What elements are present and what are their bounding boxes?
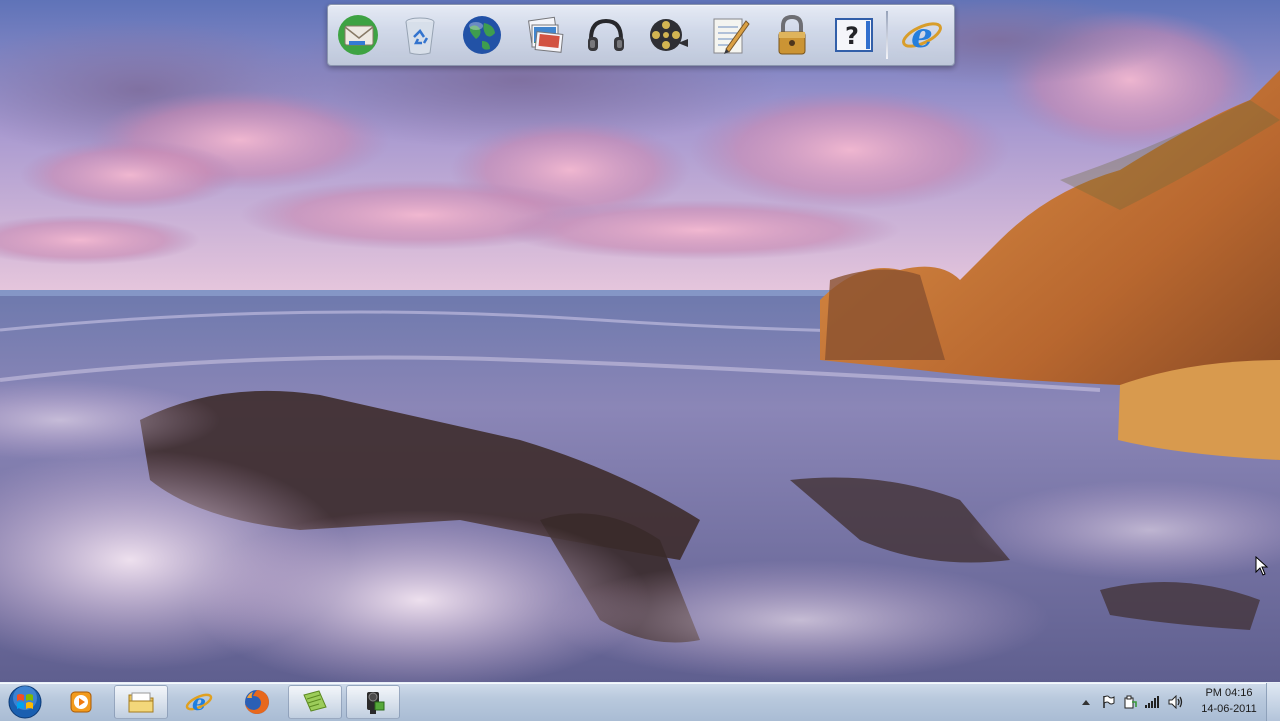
firefox-icon [245,690,269,714]
dock-item-internet[interactable] [458,11,506,59]
taskbar-notepad-app[interactable] [288,685,342,719]
dock-separator [886,11,888,59]
mouse-pointer-icon [1255,556,1269,576]
padlock-icon [778,14,806,55]
volume-speaker-icon [1168,695,1183,709]
taskbar-windows-explorer[interactable] [114,685,168,719]
dock-item-music[interactable] [582,11,630,59]
camcorder-icon [367,692,385,714]
taskbar-camera-app[interactable] [346,685,400,719]
start-button[interactable] [3,684,47,720]
wallpaper-seascape [0,0,1280,682]
notepad-pen-icon [713,18,750,54]
dock-item-notes[interactable] [706,11,754,59]
desktop[interactable]: ? e [0,0,1280,682]
green-document-icon [303,690,327,712]
taskbar-firefox[interactable] [230,685,284,719]
clock-date: 14-06-2011 [1201,703,1257,715]
dock-item-mail[interactable] [334,11,382,59]
clock-time: PM 04:16 [1205,687,1253,699]
svg-text:e: e [192,690,206,716]
icon-dock: ? e [327,4,955,66]
dock-item-security[interactable] [768,11,816,59]
dock-item-recycle-bin[interactable] [396,11,444,59]
internet-explorer-icon: e [185,690,213,716]
network-signal-icon [1145,696,1159,708]
globe-icon [463,16,501,54]
chevron-up-icon [1082,700,1090,705]
mail-envelope-icon [338,15,378,55]
tray-volume[interactable] [1168,694,1184,710]
action-center-flag-icon [1103,695,1115,708]
svg-text:e: e [911,16,933,56]
recycle-bin-icon [405,17,435,55]
internet-explorer-icon: e [902,16,942,56]
dock-item-help[interactable]: ? [830,11,878,59]
dock-item-internet-explorer[interactable]: e [898,11,946,59]
help-question-icon: ? [835,18,873,52]
taskbar-windows-media-player[interactable] [54,685,108,719]
windows-orb-icon [8,685,42,719]
folder-icon [128,692,154,713]
svg-text:?: ? [845,22,859,50]
system-clock[interactable]: PM 04:16 14-06-2011 [1196,685,1262,719]
safely-remove-hardware-icon [1124,695,1137,709]
photo-stack-icon [528,16,564,53]
dock-item-video[interactable] [644,11,692,59]
media-player-icon [70,691,92,713]
tray-network[interactable] [1144,694,1160,710]
taskbar: e PM 04:16 14-06-2011 [0,682,1280,721]
show-hidden-icons-button[interactable] [1078,694,1094,710]
tray-action-center[interactable] [1100,694,1116,710]
taskbar-internet-explorer[interactable]: e [172,685,226,719]
notification-area [1078,683,1198,721]
show-desktop-button[interactable] [1266,683,1280,721]
headphones-icon [588,18,624,51]
dock-item-photos[interactable] [520,11,568,59]
film-reel-icon [650,19,688,51]
tray-safely-remove-hardware[interactable] [1122,694,1138,710]
